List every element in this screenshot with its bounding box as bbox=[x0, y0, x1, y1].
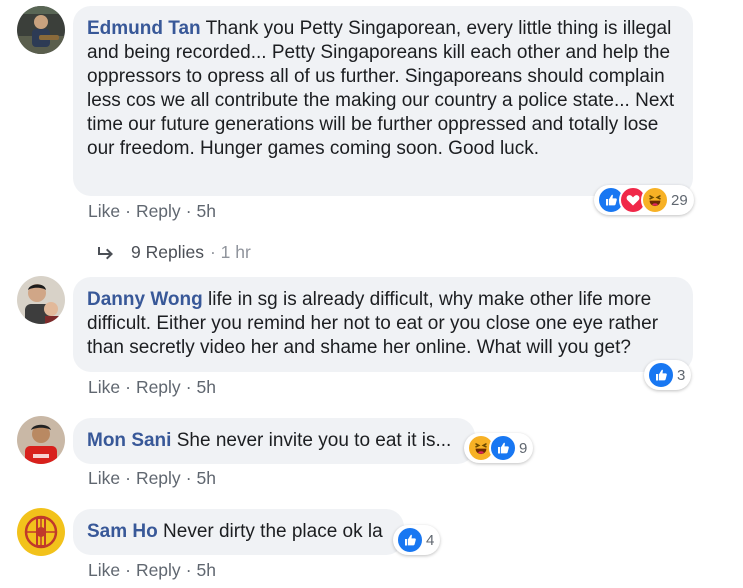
comment-author[interactable]: Mon Sani bbox=[87, 430, 171, 451]
comment-time[interactable]: 5h bbox=[197, 468, 216, 488]
separator: · bbox=[125, 468, 131, 488]
avatar[interactable] bbox=[17, 6, 65, 54]
comment-time[interactable]: 5h bbox=[197, 560, 216, 580]
replies-time: 1 hr bbox=[220, 242, 251, 262]
separator: · bbox=[125, 377, 131, 397]
like-link[interactable]: Like bbox=[88, 201, 120, 221]
like-link[interactable]: Like bbox=[88, 377, 120, 397]
reaction-count: 9 bbox=[519, 439, 528, 457]
like-icon bbox=[396, 526, 424, 554]
haha-icon bbox=[641, 186, 669, 214]
comment-actions: Like · Reply · 5h bbox=[88, 468, 216, 489]
comment-text: Thank you Petty Singaporean, every littl… bbox=[87, 18, 675, 159]
separator: · bbox=[185, 468, 192, 488]
reaction-summary[interactable]: 4 bbox=[393, 525, 441, 555]
separator: · bbox=[185, 377, 192, 397]
comment-actions: Like · Reply · 5h bbox=[88, 377, 216, 398]
replies-time-label: · 1 hr bbox=[209, 242, 251, 262]
avatar[interactable] bbox=[17, 508, 65, 556]
reaction-summary[interactable]: 3 bbox=[644, 360, 692, 390]
reply-link[interactable]: Reply bbox=[136, 468, 181, 488]
comment-author[interactable]: Sam Ho bbox=[87, 521, 158, 542]
comment-actions: Like · Reply · 5h bbox=[88, 201, 216, 222]
comment-text: She never invite you to eat it is... bbox=[176, 430, 452, 451]
replies-count-label[interactable]: 9 Replies bbox=[131, 242, 204, 263]
separator: · bbox=[185, 560, 192, 580]
like-link[interactable]: Like bbox=[88, 468, 120, 488]
reply-link[interactable]: Reply bbox=[136, 377, 181, 397]
reaction-count: 29 bbox=[671, 191, 688, 209]
comment-text: Never dirty the place ok la bbox=[163, 521, 383, 542]
separator: · bbox=[125, 201, 131, 221]
comment-author[interactable]: Danny Wong bbox=[87, 289, 203, 310]
comment-bubble: Mon Sani She never invite you to eat it … bbox=[73, 418, 475, 464]
view-replies-link[interactable]: 9 Replies · 1 hr bbox=[96, 242, 251, 263]
avatar[interactable] bbox=[17, 416, 65, 464]
separator: · bbox=[185, 201, 192, 221]
like-icon bbox=[647, 361, 675, 389]
reply-link[interactable]: Reply bbox=[136, 201, 181, 221]
comment-time[interactable]: 5h bbox=[197, 377, 216, 397]
avatar[interactable] bbox=[17, 276, 65, 324]
reply-link[interactable]: Reply bbox=[136, 560, 181, 580]
reaction-summary[interactable]: 9 bbox=[464, 433, 534, 463]
reply-arrow-icon bbox=[98, 246, 113, 259]
comment-time[interactable]: 5h bbox=[197, 201, 216, 221]
comment-author[interactable]: Edmund Tan bbox=[87, 18, 201, 39]
comment-bubble: Edmund Tan Thank you Petty Singaporean, … bbox=[73, 6, 693, 196]
comment-bubble: Danny Wong life in sg is already difficu… bbox=[73, 277, 693, 372]
reaction-count: 4 bbox=[426, 531, 435, 549]
separator: · bbox=[125, 560, 131, 580]
like-link[interactable]: Like bbox=[88, 560, 120, 580]
like-icon bbox=[489, 434, 517, 462]
reaction-summary[interactable]: 29 bbox=[594, 185, 694, 215]
reaction-count: 3 bbox=[677, 366, 686, 384]
comment-actions: Like · Reply · 5h bbox=[88, 560, 216, 581]
comment-bubble: Sam Ho Never dirty the place ok la bbox=[73, 509, 404, 555]
